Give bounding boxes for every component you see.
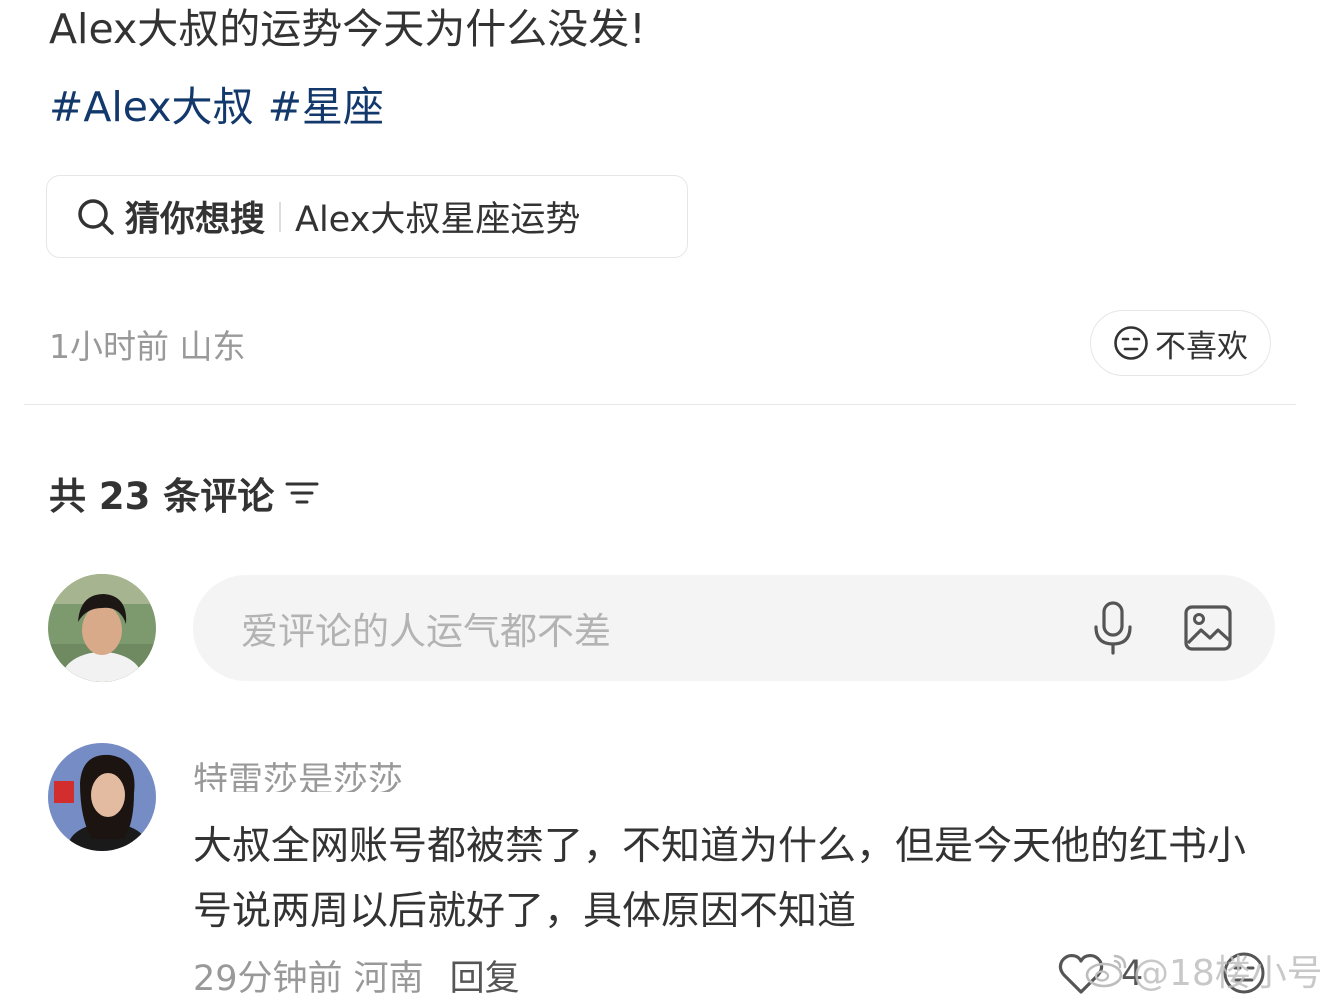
suggest-label: 猜你想搜 <box>125 200 266 240</box>
dislike-label: 不喜欢 <box>1155 328 1248 365</box>
weibo-logo-icon <box>1085 951 1129 989</box>
comment-avatar[interactable] <box>48 743 156 851</box>
microphone-icon[interactable] <box>1091 600 1135 656</box>
comment-count: 共 23 条评论 <box>49 475 275 518</box>
comment-author[interactable]: 特雷莎是莎莎 <box>193 752 403 792</box>
post-meta: 1小时前 山东 <box>49 327 246 366</box>
suggest-query: Alex大叔星座运势 <box>295 200 581 240</box>
comment-count-header: 共 23 条评论 <box>49 466 320 520</box>
search-suggestion[interactable]: 猜你想搜 Alex大叔星座运势 <box>46 175 688 258</box>
comment-text: 大叔全网账号都被禁了，不知道为什么，但是今天他的红书小号说两周以后就好了，具体原… <box>193 824 1247 934</box>
reply-button[interactable]: 回复 <box>450 959 520 997</box>
my-avatar[interactable] <box>48 574 156 682</box>
comment-time-location: 29分钟前 河南 <box>193 959 424 997</box>
section-divider <box>24 404 1296 405</box>
comment-input[interactable]: 爱评论的人运气都不差 <box>193 575 1275 681</box>
post-tags: #Alex大叔 #星座 <box>49 80 398 134</box>
post-title: Alex大叔的运势今天为什么没发! <box>49 5 646 53</box>
watermark: @18楼小号 <box>1085 944 1320 996</box>
dislike-face-icon <box>1113 325 1149 361</box>
dislike-button[interactable]: 不喜欢 <box>1090 310 1271 376</box>
search-icon <box>75 196 117 238</box>
sort-icon[interactable] <box>284 478 320 508</box>
image-icon[interactable] <box>1183 603 1233 653</box>
tag-alex[interactable]: #Alex大叔 <box>49 83 254 131</box>
comment-meta: 29分钟前 河南 回复 <box>193 950 520 997</box>
suggest-divider <box>279 201 282 232</box>
tag-constellation[interactable]: #星座 <box>268 83 384 131</box>
comment-input-placeholder: 爱评论的人运气都不差 <box>241 610 611 653</box>
watermark-text: @18楼小号 <box>1133 953 1320 994</box>
